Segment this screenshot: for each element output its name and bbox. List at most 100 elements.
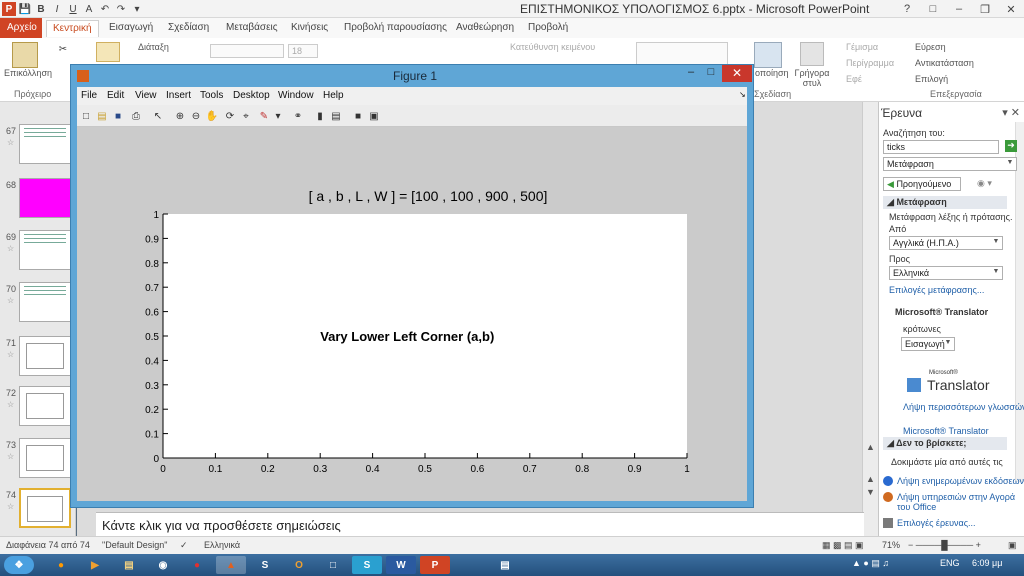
taskbar-media-icon[interactable]: ▶ — [80, 556, 110, 574]
taskbar-app4-icon[interactable]: ▤ — [490, 556, 520, 574]
plot-area[interactable]: [ a , b , L , W ] = [100 , 100 , 900 , 5… — [77, 127, 747, 501]
taskbar-skype2-icon[interactable]: S — [352, 556, 382, 574]
figure-close-button[interactable]: ✕ — [722, 65, 752, 82]
tab-animations[interactable]: Κινήσεις — [285, 20, 334, 37]
from-language-select[interactable]: Αγγλικά (Η.Π.Α.) ▼ — [889, 236, 1003, 250]
font-grow-icon[interactable]: A — [82, 2, 96, 16]
replace-button[interactable]: Αντικατάσταση — [915, 58, 974, 68]
menu-desktop[interactable]: Desktop — [233, 90, 270, 101]
arrange-button[interactable]: οποίηση — [755, 68, 789, 78]
figure-maximize-button[interactable]: □ — [702, 66, 720, 82]
font-size-select[interactable]: 18 — [288, 44, 318, 58]
colorbar-icon[interactable]: ▮ — [313, 109, 327, 123]
search-input[interactable]: ticks — [883, 140, 999, 154]
data-cursor-icon[interactable]: ⌖ — [239, 109, 253, 123]
menu-help[interactable]: Help — [323, 90, 344, 101]
shape-fill-button[interactable]: Γέμισμα — [846, 42, 878, 52]
taskbar-app2-icon[interactable]: O — [284, 556, 314, 574]
insert-translation-button[interactable]: Εισαγωγή ▼ — [901, 337, 955, 351]
find-button[interactable]: Εύρεση — [915, 42, 946, 52]
slide-thumbnail-current[interactable]: 74 ☆ — [2, 488, 74, 542]
menu-file[interactable]: File — [81, 90, 97, 101]
start-button[interactable]: ❖ — [4, 556, 34, 574]
taskbar-bug-icon[interactable]: ● — [182, 556, 212, 574]
tab-insert[interactable]: Εισαγωγή — [103, 20, 159, 37]
legend-icon[interactable]: ▤ — [329, 109, 343, 123]
zoom-out-icon[interactable]: ⊖ — [189, 109, 203, 123]
translation-section-header[interactable]: ◢ Μετάφραση — [883, 196, 1007, 209]
paste-icon[interactable] — [12, 42, 38, 68]
tab-home[interactable]: Κεντρική — [46, 20, 99, 37]
open-file-icon[interactable]: ▤ — [95, 109, 109, 123]
pan-icon[interactable]: ✋ — [205, 109, 219, 123]
restore-button[interactable]: ❐ — [972, 0, 998, 18]
research-options-link[interactable]: Επιλογές έρευνας... — [897, 518, 976, 528]
arrange-icon[interactable] — [754, 42, 782, 68]
slide-thumbnail[interactable]: 67 ☆ — [2, 124, 74, 178]
taskbar-matlab-icon[interactable]: ▲ — [216, 556, 246, 574]
taskbar-explorer-icon[interactable]: ▤ — [114, 556, 144, 574]
save-icon[interactable]: 💾 — [18, 2, 32, 16]
print-icon[interactable]: ⎙ — [129, 109, 143, 123]
tab-review[interactable]: Αναθεώρηση — [450, 20, 520, 37]
slide-thumbnail[interactable]: 71 ☆ — [2, 336, 74, 390]
taskbar-skype-icon[interactable]: S — [250, 556, 280, 574]
editor-vertical-scrollbar[interactable]: ▲ ▲ ▼ — [862, 102, 878, 536]
italic-icon[interactable]: I — [50, 2, 64, 16]
view-buttons[interactable]: ▦ ▩ ▤ ▣ — [822, 540, 864, 551]
menu-insert[interactable]: Insert — [166, 90, 191, 101]
text-direction-button[interactable]: Κατεύθυνση κειμένου — [510, 42, 595, 52]
new-figure-icon[interactable]: □ — [79, 109, 93, 123]
close-button[interactable]: ✕ — [998, 0, 1024, 18]
research-scrollbar[interactable] — [1015, 122, 1024, 482]
back-button[interactable]: ◀ Προηγούμενο — [883, 177, 961, 191]
search-go-icon[interactable]: ➜ — [1005, 140, 1017, 152]
edit-plot-icon[interactable]: ↖ — [151, 109, 165, 123]
menu-view[interactable]: View — [135, 90, 157, 101]
slide-thumbnail[interactable]: 68 — [2, 178, 74, 232]
system-tray-icons[interactable]: ▲ ● ▤ ♫ — [852, 558, 889, 569]
select-button[interactable]: Επιλογή — [915, 74, 948, 84]
previous-slide-icon[interactable]: ▲ — [866, 474, 875, 484]
taskbar-app3-icon[interactable]: □ — [318, 556, 348, 574]
slide-thumbnail[interactable]: 69 ☆ — [2, 230, 74, 284]
paste-button[interactable]: Επικόλληση — [4, 68, 52, 78]
slide-thumbnail[interactable]: 72 ☆ — [2, 386, 74, 440]
rotate-3d-icon[interactable]: ⟳ — [223, 109, 237, 123]
not-found-section-header[interactable]: ◢ Δεν το βρίσκετε; — [883, 437, 1007, 450]
link-plot-icon[interactable]: ⚭ — [291, 109, 305, 123]
shape-effects-button[interactable]: Εφέ — [846, 74, 862, 84]
hide-plot-tools-icon[interactable]: ■ — [351, 109, 365, 123]
layout-button[interactable]: Διάταξη — [138, 42, 169, 52]
font-family-select[interactable] — [210, 44, 284, 58]
menu-edit[interactable]: Edit — [107, 90, 124, 101]
tab-transitions[interactable]: Μεταβάσεις — [220, 20, 284, 37]
zoom-in-icon[interactable]: ⊕ — [173, 109, 187, 123]
tab-slideshow[interactable]: Προβολή παρουσίασης — [338, 20, 453, 37]
tab-file[interactable]: Αρχείο — [0, 18, 42, 38]
quick-styles-button[interactable]: Γρήγορα στυλ — [792, 68, 832, 88]
shape-outline-button[interactable]: Περίγραμμα — [846, 58, 894, 68]
brush-dropdown-icon[interactable]: ▾ — [271, 109, 285, 123]
next-slide-icon[interactable]: ▼ — [866, 487, 875, 497]
menu-window[interactable]: Window — [278, 90, 314, 101]
clock[interactable]: 6:09 μμ — [972, 558, 1002, 568]
undo-icon[interactable]: ↶ — [98, 2, 112, 16]
help-icon[interactable]: ? — [894, 0, 920, 18]
underline-icon[interactable]: U — [66, 2, 80, 16]
figure-minimize-button[interactable]: – — [682, 66, 700, 82]
slide-thumbnail[interactable]: 70 ☆ — [2, 282, 74, 336]
brush-icon[interactable]: ✎ — [257, 109, 271, 123]
bold-icon[interactable]: B — [34, 2, 48, 16]
redo-icon[interactable]: ↷ — [114, 2, 128, 16]
to-language-select[interactable]: Ελληνικά ▼ — [889, 266, 1003, 280]
zoom-level[interactable]: 71% — [882, 540, 900, 550]
taskbar-firefox-icon[interactable]: ● — [46, 556, 76, 574]
input-language[interactable]: ENG — [940, 558, 960, 568]
forward-icon[interactable]: ◉ ▾ — [977, 178, 992, 189]
more-languages-link[interactable]: Λήψη περισσότερων γλωσσών — [903, 402, 1024, 412]
office-store-link[interactable]: Λήψη υπηρεσιών στην Αγορά του Office — [897, 492, 1021, 512]
new-slide-icon[interactable] — [96, 42, 120, 62]
language-indicator[interactable]: Ελληνικά — [204, 540, 240, 550]
fit-to-window-icon[interactable]: ▣ — [1008, 540, 1017, 551]
